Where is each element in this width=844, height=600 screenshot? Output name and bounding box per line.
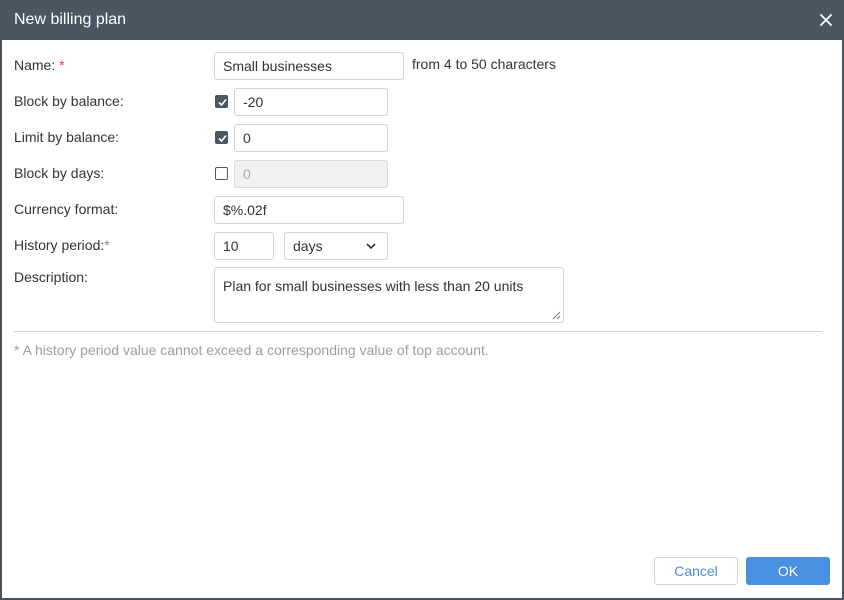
dialog-titlebar: New billing plan — [2, 0, 844, 40]
block-by-days-input — [234, 160, 388, 188]
name-label-text: Name: — [14, 57, 56, 73]
limit-by-balance-input[interactable] — [234, 124, 388, 152]
name-input[interactable] — [214, 52, 404, 80]
history-period-required-mark: * — [104, 237, 110, 253]
description-label: Description: — [14, 269, 88, 285]
dialog-title: New billing plan — [14, 11, 127, 28]
limit-by-balance-checkbox[interactable] — [215, 131, 228, 144]
block-by-balance-label: Block by balance: — [14, 93, 124, 109]
block-by-balance-checkbox[interactable] — [215, 95, 228, 108]
history-period-unit-value: days — [293, 238, 323, 254]
name-label: Name: * — [14, 57, 65, 73]
history-period-label: History period:* — [14, 237, 110, 253]
history-period-footnote: * A history period value cannot exceed a… — [14, 342, 489, 358]
block-by-days-checkbox[interactable] — [215, 167, 228, 180]
name-required-mark: * — [59, 57, 65, 73]
checkmark-icon — [218, 134, 227, 143]
checkmark-icon — [218, 98, 227, 107]
history-period-label-text: History period: — [14, 237, 105, 253]
history-period-input[interactable] — [214, 232, 274, 260]
billing-plan-dialog: New billing plan Name: * from 4 to 50 ch… — [0, 0, 844, 600]
name-hint: from 4 to 50 characters — [412, 56, 556, 72]
form-divider — [14, 331, 822, 332]
block-by-balance-input[interactable] — [234, 88, 388, 116]
description-textarea[interactable]: Plan for small businesses with less than… — [214, 267, 564, 323]
close-icon[interactable] — [816, 10, 836, 30]
history-period-unit-select[interactable]: days — [284, 232, 388, 260]
currency-format-label: Currency format: — [14, 201, 119, 217]
block-by-days-label: Block by days: — [14, 165, 105, 181]
currency-format-input[interactable] — [214, 196, 404, 224]
resize-grip-icon[interactable] — [552, 311, 561, 320]
ok-button[interactable]: OK — [746, 557, 830, 585]
cancel-button[interactable]: Cancel — [654, 557, 738, 585]
description-text: Plan for small businesses with less than… — [223, 278, 524, 294]
limit-by-balance-label: Limit by balance: — [14, 129, 120, 145]
chevron-down-icon — [366, 243, 376, 250]
